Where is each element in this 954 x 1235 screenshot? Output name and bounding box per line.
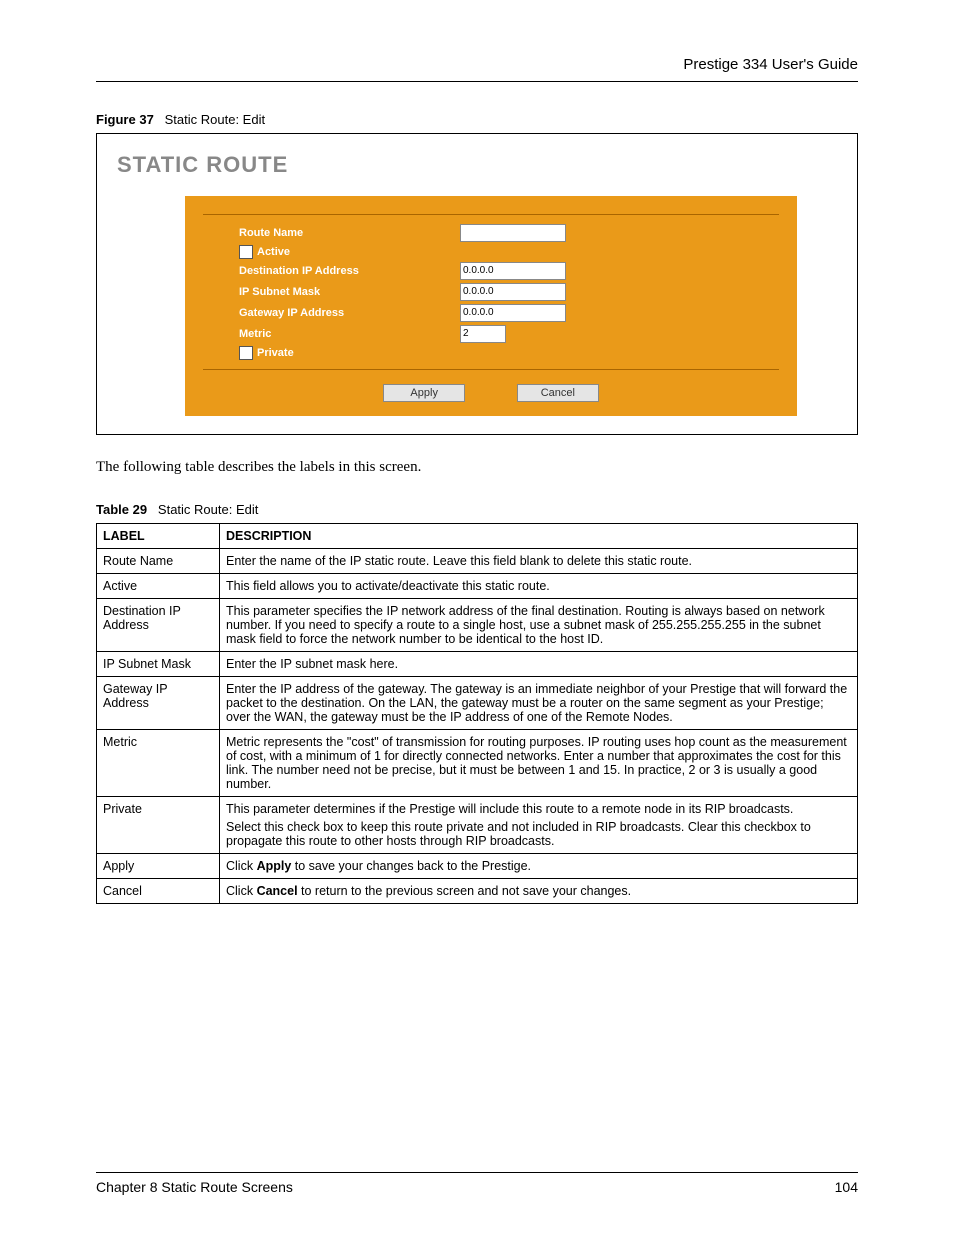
table-row: CancelClick Cancel to return to the prev… (97, 879, 858, 904)
th-label: LABEL (97, 524, 220, 549)
cancel-button[interactable]: Cancel (517, 384, 599, 402)
subnet-label: IP Subnet Mask (203, 286, 460, 298)
private-checkbox[interactable] (239, 346, 253, 360)
subnet-input[interactable]: 0.0.0.0 (460, 283, 566, 301)
page-footer: Chapter 8 Static Route Screens 104 (96, 1172, 858, 1195)
description-table: LABEL DESCRIPTION Route NameEnter the na… (96, 523, 858, 904)
table-row: PrivateThis parameter determines if the … (97, 797, 858, 854)
table-row: Destination IP AddressThis parameter spe… (97, 599, 858, 652)
table-title: Static Route: Edit (158, 502, 258, 517)
figure-label: Figure 37 (96, 112, 154, 127)
cell-label: Cancel (97, 879, 220, 904)
cell-desc: Enter the name of the IP static route. L… (220, 549, 858, 574)
table-row: ActiveThis field allows you to activate/… (97, 574, 858, 599)
active-label: Active (257, 246, 290, 258)
footer-right: 104 (835, 1179, 858, 1195)
cell-desc: This field allows you to activate/deacti… (220, 574, 858, 599)
metric-label: Metric (203, 328, 460, 340)
table-row: IP Subnet MaskEnter the IP subnet mask h… (97, 652, 858, 677)
cell-desc: Enter the IP address of the gateway. The… (220, 677, 858, 730)
cell-desc: This parameter determines if the Prestig… (220, 797, 858, 854)
dest-ip-input[interactable]: 0.0.0.0 (460, 262, 566, 280)
cell-desc: Metric represents the "cost" of transmis… (220, 730, 858, 797)
cell-label: Destination IP Address (97, 599, 220, 652)
table-row: Route NameEnter the name of the IP stati… (97, 549, 858, 574)
route-name-label: Route Name (203, 227, 460, 239)
cell-label: Active (97, 574, 220, 599)
intro-text: The following table describes the labels… (96, 459, 858, 476)
route-name-input[interactable] (460, 224, 566, 242)
figure-title: Static Route: Edit (165, 112, 265, 127)
cell-desc: Click Cancel to return to the previous s… (220, 879, 858, 904)
cell-desc: Enter the IP subnet mask here. (220, 652, 858, 677)
form-inner: Route Name Active Destination IP Address… (203, 214, 779, 370)
apply-button[interactable]: Apply (383, 384, 465, 402)
header-rule (96, 81, 858, 82)
private-label: Private (257, 347, 294, 359)
table-row: ApplyClick Apply to save your changes ba… (97, 854, 858, 879)
cell-label: IP Subnet Mask (97, 652, 220, 677)
cell-label: Private (97, 797, 220, 854)
form-panel: Route Name Active Destination IP Address… (185, 196, 797, 416)
cell-label: Metric (97, 730, 220, 797)
th-desc: DESCRIPTION (220, 524, 858, 549)
cell-label: Route Name (97, 549, 220, 574)
cell-label: Apply (97, 854, 220, 879)
panel-title: STATIC ROUTE (117, 152, 843, 178)
gateway-input[interactable]: 0.0.0.0 (460, 304, 566, 322)
cell-label: Gateway IP Address (97, 677, 220, 730)
table-row: MetricMetric represents the "cost" of tr… (97, 730, 858, 797)
active-checkbox[interactable] (239, 245, 253, 259)
figure-caption: Figure 37 Static Route: Edit (96, 112, 858, 127)
gateway-label: Gateway IP Address (203, 307, 460, 319)
cell-desc: Click Apply to save your changes back to… (220, 854, 858, 879)
active-row: Active (203, 245, 460, 259)
figure-frame: STATIC ROUTE Route Name Active Destinati… (96, 133, 858, 435)
cell-desc: This parameter specifies the IP network … (220, 599, 858, 652)
dest-ip-label: Destination IP Address (203, 265, 460, 277)
private-row: Private (203, 346, 460, 360)
metric-input[interactable]: 2 (460, 325, 506, 343)
table-caption: Table 29 Static Route: Edit (96, 502, 858, 517)
table-row: Gateway IP AddressEnter the IP address o… (97, 677, 858, 730)
footer-left: Chapter 8 Static Route Screens (96, 1179, 293, 1195)
table-label: Table 29 (96, 502, 147, 517)
page-header: Prestige 334 User's Guide (96, 56, 858, 73)
